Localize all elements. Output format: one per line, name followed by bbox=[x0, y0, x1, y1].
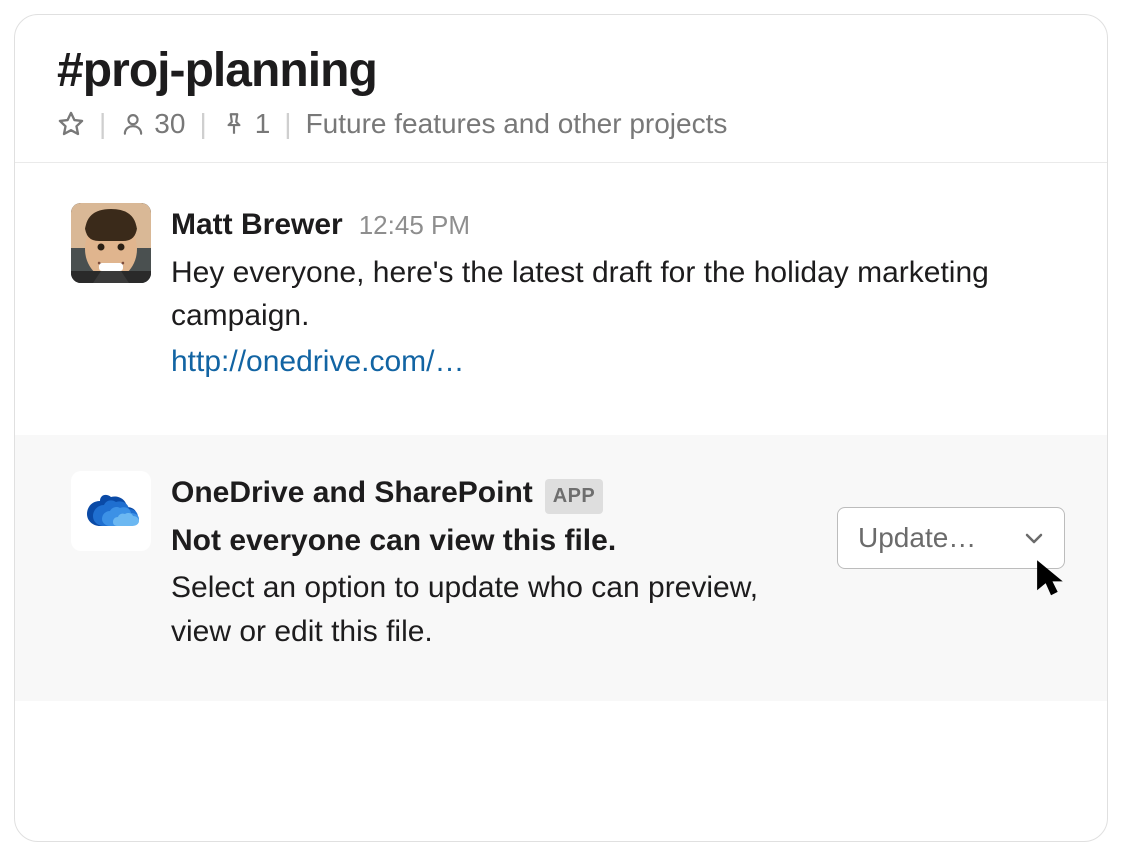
message-list: Matt Brewer 12:45 PM Hey everyone, here'… bbox=[15, 163, 1107, 841]
pin-icon bbox=[221, 111, 247, 137]
channel-card: #proj-planning | 30 | 1 bbox=[14, 14, 1108, 842]
update-select-button[interactable]: Update… bbox=[837, 507, 1065, 569]
member-count-value: 30 bbox=[154, 108, 185, 140]
message-header: Matt Brewer 12:45 PM bbox=[171, 203, 1065, 247]
message-timestamp[interactable]: 12:45 PM bbox=[359, 207, 470, 245]
message-text: Hey everyone, here's the latest draft fo… bbox=[171, 251, 1065, 338]
app-content: OneDrive and SharePoint APP Not everyone… bbox=[171, 471, 817, 653]
meta-divider: | bbox=[284, 108, 291, 140]
channel-name[interactable]: #proj-planning bbox=[57, 43, 1065, 98]
app-header: OneDrive and SharePoint APP bbox=[171, 471, 817, 515]
attachment-description: Select an option to update who can previ… bbox=[171, 566, 771, 653]
message-link[interactable]: http://onedrive.com/… bbox=[171, 340, 464, 384]
app-attachment: OneDrive and SharePoint APP Not everyone… bbox=[15, 435, 1107, 701]
meta-divider: | bbox=[199, 108, 206, 140]
attachment-title: Not everyone can view this file. bbox=[171, 519, 817, 563]
star-icon bbox=[57, 110, 85, 138]
pin-count[interactable]: 1 bbox=[221, 108, 271, 140]
app-icon-container bbox=[71, 471, 151, 551]
message-author[interactable]: Matt Brewer bbox=[171, 203, 343, 247]
attachment-action: Update… bbox=[837, 471, 1065, 569]
onedrive-icon bbox=[82, 491, 140, 531]
member-count[interactable]: 30 bbox=[120, 108, 185, 140]
person-icon bbox=[120, 111, 146, 137]
update-select-label: Update… bbox=[858, 522, 988, 554]
avatar[interactable] bbox=[71, 203, 151, 283]
app-name[interactable]: OneDrive and SharePoint bbox=[171, 471, 533, 515]
app-badge: APP bbox=[545, 479, 603, 514]
chevron-down-icon bbox=[1024, 531, 1044, 545]
message-row: Matt Brewer 12:45 PM Hey everyone, here'… bbox=[15, 163, 1107, 435]
star-channel-button[interactable] bbox=[57, 110, 85, 138]
channel-header: #proj-planning | 30 | 1 bbox=[15, 15, 1107, 163]
pin-count-value: 1 bbox=[255, 108, 271, 140]
channel-meta-row: | 30 | 1 | Future features and other pro… bbox=[57, 108, 1065, 140]
meta-divider: | bbox=[99, 108, 106, 140]
message-content: Matt Brewer 12:45 PM Hey everyone, here'… bbox=[171, 203, 1065, 383]
channel-topic[interactable]: Future features and other projects bbox=[306, 108, 728, 140]
